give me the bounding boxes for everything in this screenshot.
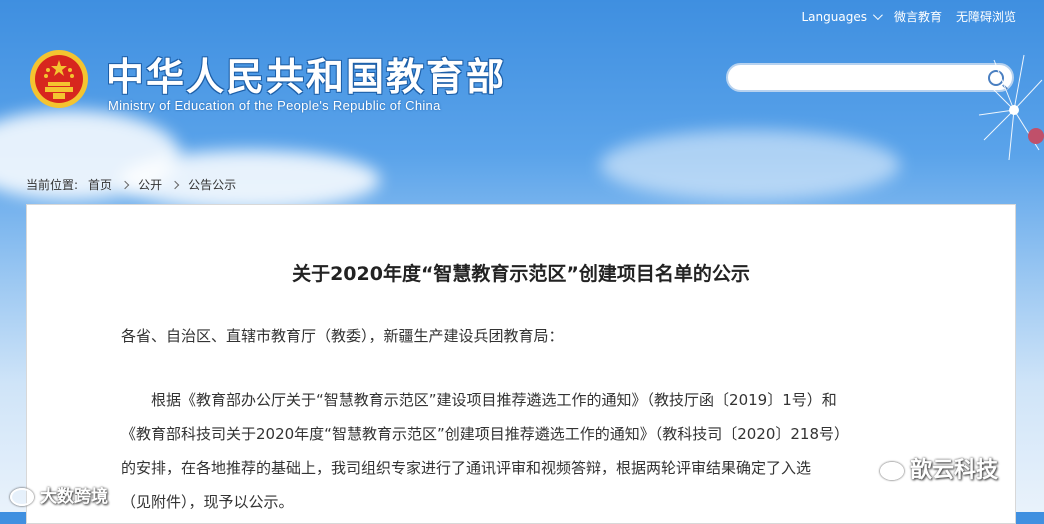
weibo-logo-icon [10, 488, 34, 506]
site-subtitle: Ministry of Education of the People's Re… [108, 98, 441, 113]
body-line: 《教育部科技司关于2020年度“智慧教育示范区”创建项目推荐遴选工作的通知》（教… [121, 425, 850, 443]
content-panel: 关于2020年度“智慧教育示范区”创建项目名单的公示 各省、自治区、直辖市教育厅… [26, 204, 1016, 524]
watermark-right-text: 歆云科技 [910, 458, 999, 483]
national-emblem-icon [30, 50, 88, 108]
document-body: 根据《教育部办公厅关于“智慧教育示范区”建设项目推荐遴选工作的通知》（教技厅函〔… [121, 383, 921, 519]
wechat-logo-icon [880, 462, 904, 480]
dandelion-decoration [978, 54, 1044, 161]
cloud-decoration [600, 130, 900, 200]
chevron-down-icon [872, 10, 883, 21]
breadcrumb-item-public[interactable]: 公开 [138, 176, 162, 193]
breadcrumb-item-announcements[interactable]: 公告公示 [188, 176, 236, 193]
chevron-right-icon [120, 180, 130, 189]
chevron-right-icon [170, 180, 180, 189]
body-line: （见附件），现予以公示。 [121, 493, 294, 511]
site-title[interactable]: 中华人民共和国教育部 [106, 46, 506, 101]
watermark-right: 歆云科技 [880, 452, 998, 484]
accessibility-link[interactable]: 无障碍浏览 [956, 8, 1016, 25]
document-title: 关于2020年度“智慧教育示范区”创建项目名单的公示 [292, 263, 750, 285]
languages-label: Languages [801, 9, 867, 24]
watermark-left: 大数跨境 [10, 482, 108, 507]
languages-menu[interactable]: Languages [801, 9, 883, 24]
document-salutation: 各省、自治区、直辖市教育厅（教委），新疆生产建设兵团教育局： [121, 327, 564, 345]
body-line: 根据《教育部办公厅关于“智慧教育示范区”建设项目推荐遴选工作的通知》（教技厅函〔… [151, 391, 837, 409]
breadcrumb: 当前位置: 首页 公开 公告公示 [26, 176, 236, 193]
body-line: 的安排，在各地推荐的基础上，我司组织专家进行了通讯评审和视频答辩，根据两轮评审结… [121, 459, 812, 477]
watermark-left-text: 大数跨境 [40, 487, 108, 507]
breadcrumb-item-home[interactable]: 首页 [88, 176, 112, 193]
top-utility-bar: Languages 微言教育 无障碍浏览 [801, 8, 1016, 25]
breadcrumb-prefix: 当前位置: [26, 178, 79, 192]
weibo-link[interactable]: 微言教育 [894, 8, 942, 25]
